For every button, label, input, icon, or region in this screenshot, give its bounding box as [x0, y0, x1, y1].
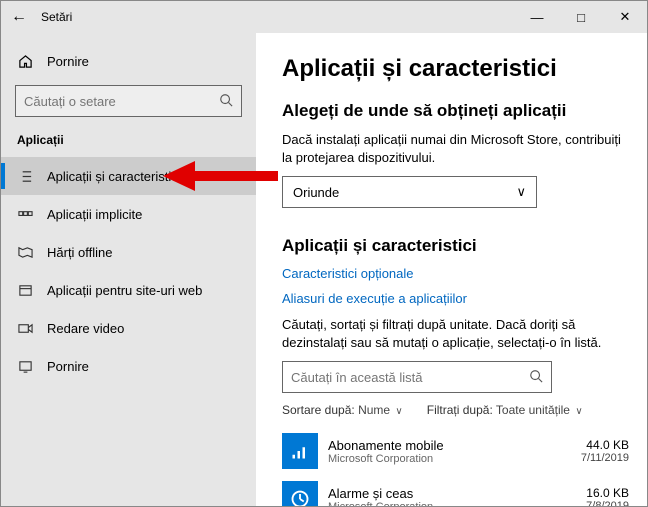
app-date: 7/11/2019: [581, 452, 629, 464]
window-title: Setări: [41, 10, 72, 24]
app-meta: 16.0 KB 7/8/2019: [586, 486, 629, 506]
app-name: Abonamente mobile: [328, 438, 581, 453]
app-info: Abonamente mobile Microsoft Corporation: [328, 438, 581, 465]
startup-icon: [17, 359, 33, 374]
maximize-button[interactable]: □: [559, 1, 603, 33]
source-value: Oriunde: [293, 185, 339, 200]
app-icon: [282, 481, 318, 506]
filter-label: Filtrați după:: [427, 403, 493, 417]
filter-value: Toate unitățile: [496, 403, 570, 417]
app-info: Alarme și ceas Microsoft Corporation: [328, 486, 586, 506]
sort-label: Sortare după:: [282, 403, 355, 417]
list-desc: Căutați, sortați și filtrați după unitat…: [282, 316, 629, 351]
list-icon: [17, 169, 33, 184]
optional-features-link[interactable]: Caracteristici opționale: [282, 266, 629, 281]
sidebar-item-offline-maps[interactable]: Hărți offline: [1, 233, 256, 271]
sidebar-item-label: Aplicații implicite: [47, 207, 142, 222]
home-icon: [17, 54, 33, 69]
titlebar: ← Setări — □ ✕: [1, 1, 647, 33]
sidebar-item-label: Aplicații pentru site-uri web: [47, 283, 202, 298]
source-dropdown[interactable]: Oriunde ∨: [282, 176, 537, 208]
sidebar-item-startup[interactable]: Pornire: [1, 347, 256, 385]
app-meta: 44.0 KB 7/11/2019: [581, 438, 629, 464]
app-row[interactable]: Alarme și ceas Microsoft Corporation 16.…: [282, 475, 629, 506]
sidebar: Pornire Aplicații Aplicații și caracteri…: [1, 33, 256, 506]
minimize-button[interactable]: —: [515, 1, 559, 33]
chevron-down-icon: ∨: [395, 406, 402, 417]
sidebar-search[interactable]: [15, 85, 242, 117]
defaults-icon: [17, 207, 33, 222]
sidebar-item-label: Aplicații și caracteristici: [47, 169, 181, 184]
website-icon: [17, 283, 33, 298]
chevron-down-icon: ∨: [575, 406, 582, 417]
sidebar-search-input[interactable]: [24, 94, 202, 109]
sidebar-item-label: Redare video: [47, 321, 124, 336]
sidebar-item-label: Hărți offline: [47, 245, 113, 260]
app-publisher: Microsoft Corporation: [328, 501, 586, 506]
execution-aliases-link[interactable]: Aliasuri de execuție a aplicațiilor: [282, 291, 629, 306]
app-size: 16.0 KB: [586, 486, 629, 500]
search-icon: [219, 93, 233, 110]
sidebar-item-video-playback[interactable]: Redare video: [1, 309, 256, 347]
sidebar-item-apps-features[interactable]: Aplicații și caracteristici: [1, 157, 256, 195]
sort-value: Nume: [358, 403, 390, 417]
sidebar-section-header: Aplicații: [1, 129, 256, 157]
search-icon: [529, 369, 543, 386]
sidebar-item-default-apps[interactable]: Aplicații implicite: [1, 195, 256, 233]
app-icon: [282, 433, 318, 469]
app-publisher: Microsoft Corporation: [328, 453, 581, 465]
source-desc: Dacă instalați aplicații numai din Micro…: [282, 131, 629, 166]
sidebar-item-label: Pornire: [47, 359, 89, 374]
content: Aplicații și caracteristici Alegeți de u…: [256, 33, 647, 506]
home-nav[interactable]: Pornire: [1, 43, 256, 79]
sort-control[interactable]: Sortare după: Nume ∨: [282, 403, 403, 417]
app-date: 7/8/2019: [586, 500, 629, 506]
chevron-down-icon: ∨: [516, 184, 526, 200]
app-list-search-input[interactable]: [291, 370, 505, 385]
app-row[interactable]: Abonamente mobile Microsoft Corporation …: [282, 427, 629, 475]
filters-row: Sortare după: Nume ∨ Filtrați după: Toat…: [282, 403, 629, 417]
app-name: Alarme și ceas: [328, 486, 586, 501]
app-size: 44.0 KB: [581, 438, 629, 452]
filter-control[interactable]: Filtrați după: Toate unitățile ∨: [427, 403, 583, 417]
window-controls: — □ ✕: [515, 1, 647, 33]
home-label: Pornire: [47, 54, 89, 69]
list-heading: Aplicații și caracteristici: [282, 236, 629, 256]
sidebar-item-apps-websites[interactable]: Aplicații pentru site-uri web: [1, 271, 256, 309]
page-title: Aplicații și caracteristici: [282, 55, 629, 83]
close-button[interactable]: ✕: [603, 1, 647, 33]
map-icon: [17, 245, 33, 260]
video-icon: [17, 321, 33, 336]
back-button[interactable]: ←: [11, 8, 33, 26]
source-heading: Alegeți de unde să obțineți aplicații: [282, 101, 629, 121]
app-list-search[interactable]: [282, 361, 552, 393]
